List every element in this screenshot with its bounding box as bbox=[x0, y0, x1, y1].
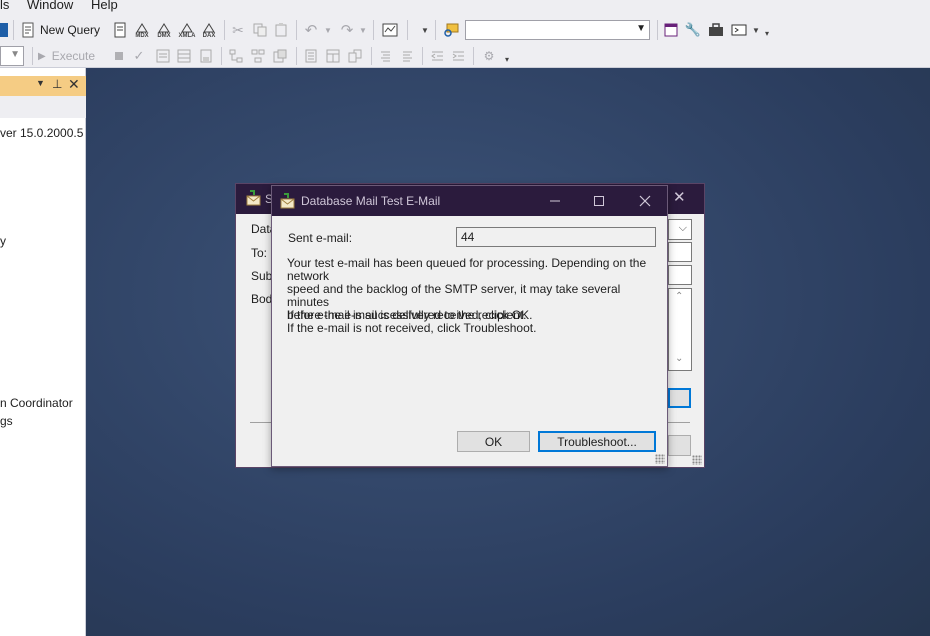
include-stats-icon[interactable] bbox=[272, 47, 288, 65]
xmla-query-icon[interactable]: XMLA bbox=[177, 20, 197, 42]
object-explorer-header: ▼ ⊥ ✕ bbox=[0, 76, 86, 96]
specify-template-values-icon[interactable]: ⚙ bbox=[480, 47, 498, 65]
menu-bar: ls Window Help bbox=[0, 0, 930, 14]
new-query-icon bbox=[22, 22, 34, 38]
pin-icon[interactable]: ⊥ bbox=[52, 77, 62, 91]
parse-check-icon[interactable]: ✓ bbox=[131, 47, 147, 65]
dialog-title: Database Mail Test E-Mail bbox=[301, 194, 441, 208]
cut-icon[interactable]: ✂ bbox=[230, 21, 246, 39]
queued-message-line: speed and the backlog of the SMTP server… bbox=[287, 282, 621, 309]
stop-icon[interactable] bbox=[112, 47, 126, 65]
save-icon[interactable] bbox=[0, 23, 8, 37]
dax-label: DAX bbox=[202, 32, 216, 39]
find-combo-arrow-icon[interactable]: ▼ bbox=[636, 23, 646, 34]
to-field[interactable] bbox=[668, 242, 692, 262]
dialog-titlebar: Database Mail Test E-Mail bbox=[272, 186, 667, 216]
menu-tools[interactable]: ls bbox=[0, 0, 9, 12]
tree-item-query[interactable]: y bbox=[0, 234, 6, 248]
back-dialog-close-button[interactable] bbox=[668, 435, 691, 456]
dialog-size-grip[interactable] bbox=[655, 454, 665, 464]
mdx-query-icon[interactable]: MDX bbox=[133, 20, 151, 42]
object-explorer-toolbar bbox=[0, 96, 86, 118]
comment-lines-icon[interactable] bbox=[377, 47, 393, 65]
instruction-message: If the e-mail is successfully received, … bbox=[287, 309, 662, 335]
send-test-email-button[interactable] bbox=[668, 388, 691, 408]
profile-dropdown-arrow-icon[interactable]: ⌵ bbox=[679, 222, 687, 235]
execute-label: Execute bbox=[51, 49, 96, 63]
dmx-query-icon[interactable]: DMX bbox=[155, 20, 173, 42]
uncomment-lines-icon[interactable] bbox=[399, 47, 415, 65]
menu-window[interactable]: Window bbox=[27, 0, 73, 12]
close-icon[interactable] bbox=[635, 191, 655, 211]
window-position-dropdown-icon[interactable]: ▼ bbox=[36, 78, 45, 88]
tree-item-logs[interactable]: gs bbox=[0, 414, 13, 428]
database-mail-test-email-dialog: Database Mail Test E-Mail Sent e-mail: 4… bbox=[271, 185, 668, 467]
back-dialog-close-icon[interactable]: ✕ bbox=[673, 188, 686, 206]
display-plan-icon[interactable] bbox=[228, 47, 244, 65]
redo-dropdown-icon[interactable]: ▼ bbox=[358, 21, 368, 39]
undo-icon[interactable]: ↶ bbox=[303, 21, 319, 39]
command-window-icon[interactable] bbox=[730, 21, 748, 39]
results-to-file-icon[interactable] bbox=[198, 47, 214, 65]
profile-dropdown[interactable]: ⌵ bbox=[668, 219, 692, 240]
find-combo[interactable]: ▼ bbox=[465, 20, 650, 40]
properties-window-icon[interactable] bbox=[663, 21, 679, 39]
live-stats-icon[interactable] bbox=[303, 47, 319, 65]
close-panel-icon[interactable]: ✕ bbox=[68, 76, 80, 93]
find-in-files-icon[interactable] bbox=[442, 21, 460, 39]
to-label: To: bbox=[251, 246, 268, 260]
undo-dropdown-icon[interactable]: ▼ bbox=[323, 21, 333, 39]
ok-button[interactable]: OK bbox=[457, 431, 530, 452]
activity-monitor-icon[interactable] bbox=[381, 21, 399, 39]
toolbox-icon[interactable] bbox=[707, 21, 725, 39]
queued-message-line: Your test e-mail has been queued for pro… bbox=[287, 256, 647, 283]
toolbar-overflow-icon[interactable]: ▾ bbox=[763, 26, 771, 40]
dax-query-icon[interactable]: DAX bbox=[200, 20, 218, 42]
wrench-icon[interactable]: 🔧 bbox=[685, 21, 701, 39]
results-to-text-icon[interactable] bbox=[155, 47, 171, 65]
troubleshoot-button[interactable]: Troubleshoot... bbox=[538, 431, 656, 452]
paste-icon[interactable] bbox=[273, 21, 289, 39]
maximize-icon[interactable] bbox=[589, 191, 609, 211]
sent-email-id-field[interactable]: 44 bbox=[456, 227, 656, 247]
results-to-grid-icon[interactable] bbox=[176, 47, 192, 65]
client-stats-icon[interactable] bbox=[325, 47, 341, 65]
database-mail-icon bbox=[280, 193, 295, 209]
sqlcmd-mode-icon[interactable] bbox=[347, 47, 363, 65]
execute-button[interactable]: ▶ Execute bbox=[38, 47, 106, 65]
body-field[interactable]: ⌃ ⌄ bbox=[668, 288, 692, 371]
redo-icon[interactable]: ↷ bbox=[339, 21, 355, 39]
database-mail-icon bbox=[246, 190, 261, 206]
copy-icon[interactable] bbox=[252, 21, 268, 39]
dmx-label: DMX bbox=[157, 32, 171, 39]
object-explorer-panel: ▼ ⊥ ✕ ver 15.0.2000.5 - y n Coordinator … bbox=[0, 68, 91, 636]
instruction-line: If the e-mail is not received, click Tro… bbox=[287, 321, 537, 335]
body-scroll-down-icon[interactable]: ⌄ bbox=[675, 353, 683, 364]
minimize-icon[interactable] bbox=[545, 191, 565, 211]
database-engine-query-icon[interactable] bbox=[112, 21, 128, 39]
standard-toolbar: New Query MDX DMX XMLA DAX ✂ ↶ ▼ ↷ ▼ ▼ ▼ bbox=[0, 14, 930, 44]
increase-indent-icon[interactable] bbox=[450, 47, 466, 65]
solution-config-dropdown-icon[interactable]: ▼ bbox=[420, 21, 430, 39]
database-combo[interactable]: ▼ bbox=[0, 46, 24, 66]
query-options-icon[interactable] bbox=[250, 47, 266, 65]
toolbar2-overflow-icon[interactable]: ▾ bbox=[503, 52, 511, 66]
back-dialog-size-grip[interactable] bbox=[692, 455, 702, 465]
command-dropdown-icon[interactable]: ▼ bbox=[751, 21, 761, 39]
new-query-label: New Query bbox=[40, 23, 101, 37]
menu-help[interactable]: Help bbox=[91, 0, 118, 12]
tree-item-coordinator[interactable]: n Coordinator bbox=[0, 396, 73, 410]
xmla-label: XMLA bbox=[178, 32, 196, 39]
sent-email-label: Sent e-mail: bbox=[288, 231, 353, 245]
tree-item-server[interactable]: ver 15.0.2000.5 - bbox=[0, 126, 91, 140]
database-combo-arrow-icon[interactable]: ▼ bbox=[10, 49, 20, 60]
body-scroll-up-icon[interactable]: ⌃ bbox=[675, 291, 683, 302]
decrease-indent-icon[interactable] bbox=[429, 47, 445, 65]
execute-play-icon: ▶ bbox=[38, 50, 46, 62]
mdx-label: MDX bbox=[135, 32, 149, 39]
sql-editor-toolbar: ▼ ▶ Execute ✓ ⚙ ▾ bbox=[0, 44, 930, 68]
subject-field[interactable] bbox=[668, 265, 692, 285]
